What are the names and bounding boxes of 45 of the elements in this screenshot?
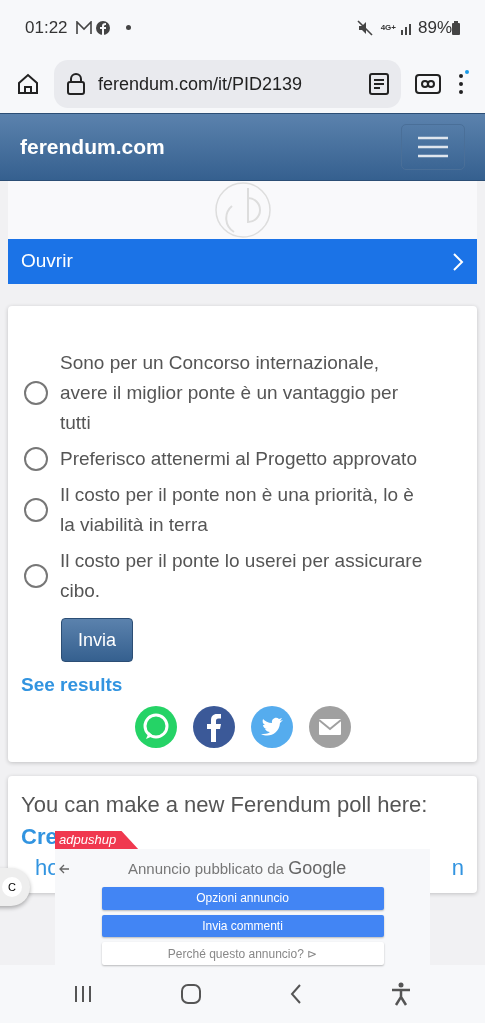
url-text: ferendum.com/it/PID2139	[98, 72, 303, 96]
radio-button[interactable]	[24, 564, 48, 588]
reader-icon[interactable]	[369, 73, 389, 95]
site-logo[interactable]: ferendum.com	[20, 131, 165, 163]
radio-button[interactable]	[24, 498, 48, 522]
ad-option-button[interactable]: Opzioni annuncio	[101, 887, 384, 910]
battery-icon	[452, 20, 460, 35]
mail-icon	[75, 20, 92, 35]
accessibility-icon[interactable]	[389, 982, 412, 1006]
results-link[interactable]: See results	[21, 671, 464, 700]
home-button-icon[interactable]	[180, 983, 203, 1005]
mute-icon	[356, 19, 373, 36]
email-icon[interactable]	[308, 705, 351, 748]
chevron-right-icon	[452, 251, 464, 272]
back-icon[interactable]	[288, 983, 303, 1005]
open-bar[interactable]: Ouvrir	[8, 239, 477, 284]
recent-apps-icon[interactable]	[73, 984, 94, 1004]
option-label: Il costo per il ponte non è una priorità, lo è la viabilità in terra	[60, 483, 415, 537]
ad-tag: adpushup	[55, 831, 139, 849]
network-label: 4G+	[380, 23, 396, 32]
ad-option-button[interactable]: Perché questo annuncio? ⊳	[101, 942, 384, 965]
facebook-icon	[95, 20, 110, 35]
submit-button[interactable]: Invia	[61, 618, 133, 662]
menu-icon	[418, 136, 448, 158]
menu-button[interactable]	[401, 124, 465, 170]
facebook-share-icon[interactable]	[192, 705, 235, 748]
battery-label: 89%	[417, 16, 452, 39]
create-poll-link[interactable]: Cre	[21, 820, 58, 853]
ad-title: Annuncio pubblicato da Google	[128, 857, 347, 880]
logo-mark-icon	[213, 182, 272, 238]
ad-option-button[interactable]: Invia commenti	[101, 914, 384, 938]
status-time: 01:22	[25, 16, 68, 39]
back-arrow-icon[interactable]	[58, 862, 70, 875]
address-bar[interactable]: ferendum.com/it/PID2139	[54, 60, 401, 108]
radio-button[interactable]	[24, 447, 48, 471]
option-label: Il costo per il ponte lo userei per assicurare cibo.	[60, 549, 424, 603]
promo-text: You can make a new Ferendum poll here:	[21, 790, 429, 819]
floating-bubble[interactable]: C	[0, 868, 30, 906]
radio-button[interactable]	[24, 381, 48, 405]
lock-icon	[66, 72, 86, 96]
option-label: Preferisco attenermi al Progetto approvato	[60, 447, 417, 471]
link-text[interactable]: n	[451, 852, 464, 883]
option-label: Sono per un Concorso internazionale, avere il miglior ponte è un vantaggio per tutti	[60, 351, 399, 435]
tabs-icon[interactable]	[415, 74, 441, 94]
home-icon[interactable]	[16, 72, 40, 96]
